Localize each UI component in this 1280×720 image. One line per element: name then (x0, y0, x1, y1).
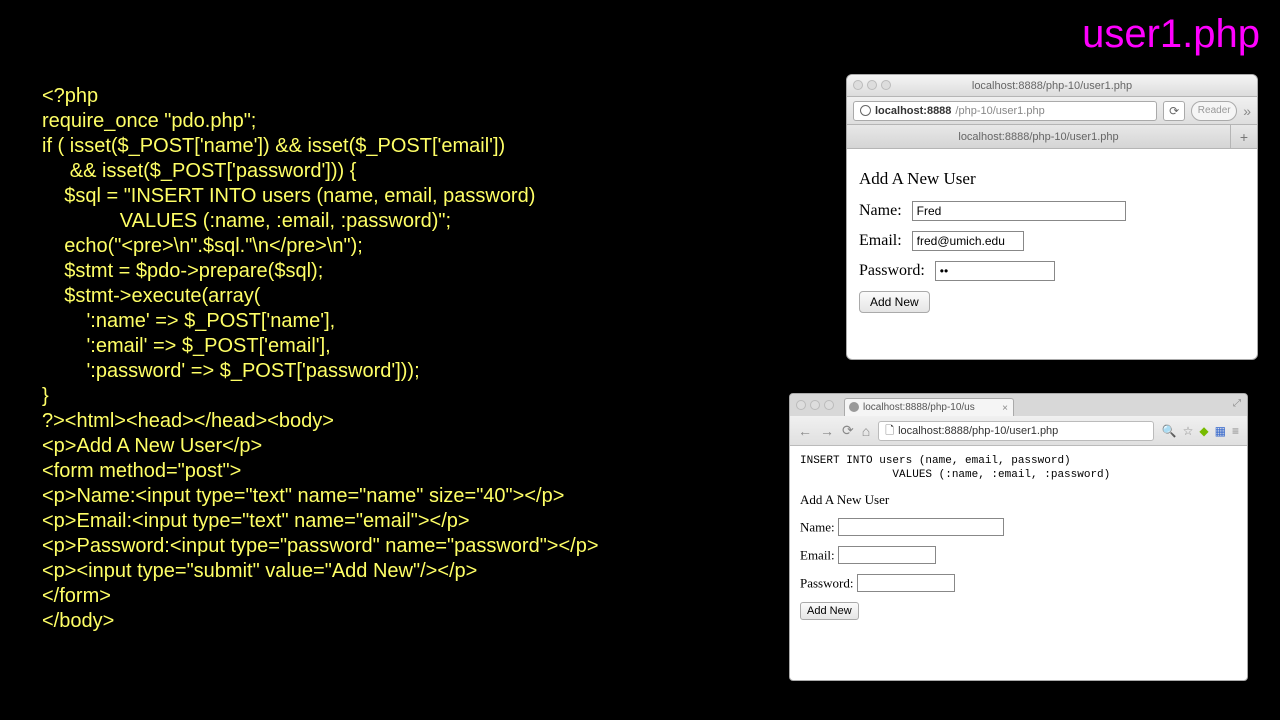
home-button[interactable]: ⌂ (862, 423, 870, 439)
php-code-block: <?php require_once "pdo.php"; if ( isset… (42, 84, 599, 634)
email-input[interactable] (912, 231, 1024, 251)
reload-button[interactable]: ⟳ (842, 422, 854, 439)
name-input[interactable] (838, 518, 1004, 536)
address-bar[interactable]: 🗋 localhost:8888/php-10/user1.php (878, 421, 1153, 441)
window-title: localhost:8888/php-10/user1.php (972, 80, 1132, 92)
menu-icon[interactable]: ≡ (1232, 424, 1239, 438)
page-heading: Add A New User (800, 492, 1237, 508)
reader-button[interactable]: Reader (1191, 101, 1237, 121)
password-label: Password: (800, 576, 853, 591)
email-input[interactable] (838, 546, 936, 564)
password-input[interactable] (935, 261, 1055, 281)
name-input[interactable] (912, 201, 1126, 221)
tab-title: localhost:8888/php-10/us (863, 402, 975, 413)
reload-button[interactable]: ⟳ (1163, 101, 1185, 121)
close-tab-icon[interactable]: × (1002, 400, 1008, 418)
new-tab-button[interactable]: + (1231, 125, 1257, 148)
name-label: Name: (859, 202, 902, 219)
tab-bar: localhost:8888/php-10/user1.php + (847, 125, 1257, 149)
page-content: INSERT INTO users (name, email, password… (790, 446, 1247, 638)
safari-browser-window: localhost:8888/php-10/user1.php localhos… (846, 74, 1258, 360)
browser-tab[interactable]: localhost:8888/php-10/us × (844, 398, 1014, 416)
page-icon: 🗋 (885, 422, 894, 440)
email-label: Email: (859, 232, 902, 249)
tab-strip: localhost:8888/php-10/us × ⤢ (790, 394, 1247, 416)
search-icon[interactable]: 🔍 (1162, 424, 1177, 438)
url-text: localhost:8888/php-10/user1.php (898, 422, 1058, 440)
extension-icon[interactable]: ◆ (1199, 424, 1208, 438)
address-bar[interactable]: localhost:8888/php-10/user1.php (853, 101, 1157, 121)
submit-button[interactable]: Add New (800, 602, 859, 620)
slide-title: user1.php (1082, 12, 1260, 57)
extension-icon[interactable]: ▦ (1215, 424, 1226, 438)
favicon-icon (849, 402, 859, 412)
browser-toolbar: ← → ⟳ ⌂ 🗋 localhost:8888/php-10/user1.ph… (790, 416, 1247, 446)
page-content: Add A New User Name: Email: Password: Ad… (847, 149, 1257, 333)
chrome-browser-window: localhost:8888/php-10/us × ⤢ ← → ⟳ ⌂ 🗋 l… (789, 393, 1248, 681)
page-heading: Add A New User (859, 169, 1245, 189)
browser-toolbar: localhost:8888/php-10/user1.php ⟳ Reader… (847, 97, 1257, 125)
back-button[interactable]: ← (798, 423, 812, 439)
url-host: localhost:8888 (875, 102, 951, 120)
expand-icon[interactable]: ⤢ (1233, 398, 1241, 409)
email-label: Email: (800, 548, 835, 563)
sql-output: INSERT INTO users (name, email, password… (800, 454, 1237, 482)
password-label: Password: (859, 262, 925, 279)
name-label: Name: (800, 520, 835, 535)
more-button[interactable]: » (1243, 103, 1251, 119)
url-path: /php-10/user1.php (955, 102, 1044, 120)
browser-tab[interactable]: localhost:8888/php-10/user1.php (847, 125, 1231, 148)
password-input[interactable] (857, 574, 955, 592)
traffic-lights[interactable] (853, 80, 891, 90)
traffic-lights[interactable] (796, 400, 834, 410)
star-icon[interactable]: ☆ (1183, 424, 1194, 438)
submit-button[interactable]: Add New (859, 291, 930, 313)
forward-button[interactable]: → (820, 423, 834, 439)
globe-icon (860, 105, 871, 116)
window-titlebar: localhost:8888/php-10/user1.php (847, 75, 1257, 97)
